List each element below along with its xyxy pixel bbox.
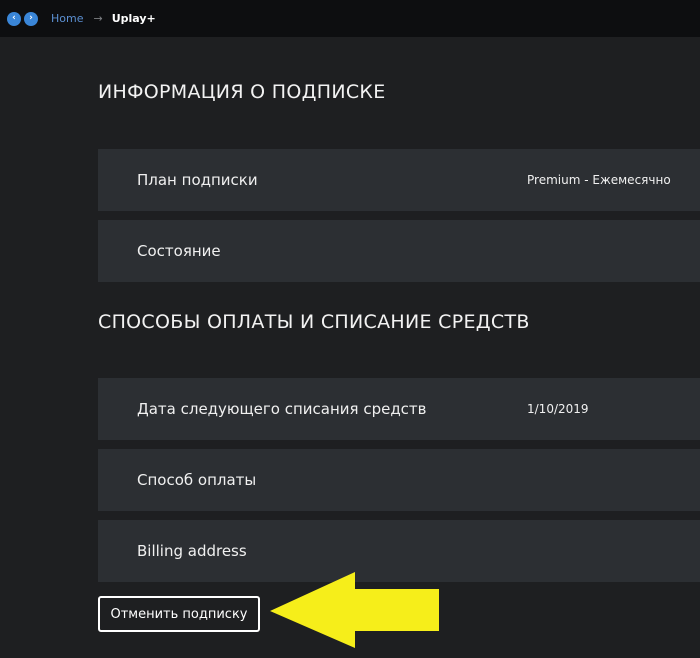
- subscription-plan-label: План подписки: [137, 171, 258, 189]
- top-navigation-bar: ‹ › Home → Uplay+: [0, 0, 700, 37]
- forward-nav-icon[interactable]: ›: [24, 11, 38, 26]
- breadcrumb-current: Uplay+: [111, 12, 156, 25]
- next-billing-date-row: Дата следующего списания средств 1/10/20…: [98, 378, 700, 440]
- cancel-subscription-button[interactable]: Отменить подписку: [98, 596, 260, 632]
- breadcrumb-separator-icon: →: [93, 12, 103, 25]
- subscription-info-title: ИНФОРМАЦИЯ О ПОДПИСКЕ: [98, 81, 386, 103]
- payment-methods-title: СПОСОБЫ ОПЛАТЫ И СПИСАНИЕ СРЕДСТВ: [98, 311, 530, 333]
- subscription-status-label: Состояние: [137, 242, 221, 260]
- billing-address-label: Billing address: [137, 542, 247, 560]
- next-billing-date-label: Дата следующего списания средств: [137, 400, 427, 418]
- subscription-status-row: Состояние: [98, 220, 700, 282]
- payment-method-row[interactable]: Способ оплаты: [98, 449, 700, 511]
- yellow-pointer-arrow-icon: [270, 572, 439, 648]
- subscription-plan-row: План подписки Premium - Ежемесячно: [98, 149, 700, 211]
- next-billing-date-value: 1/10/2019: [527, 402, 589, 416]
- breadcrumb-home-link[interactable]: Home: [51, 12, 83, 25]
- payment-method-label: Способ оплаты: [137, 471, 257, 489]
- subscription-plan-value: Premium - Ежемесячно: [527, 173, 671, 187]
- back-nav-icon[interactable]: ‹: [7, 11, 21, 26]
